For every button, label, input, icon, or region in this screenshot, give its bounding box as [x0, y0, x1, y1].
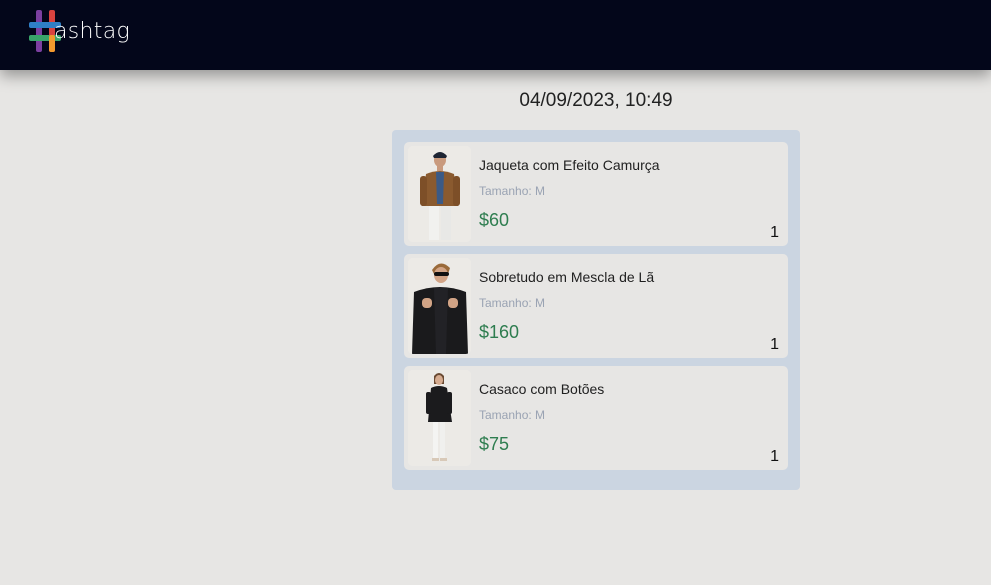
- product-image: [408, 146, 471, 242]
- logo-text: ashtag: [54, 19, 130, 44]
- product-price: $75: [479, 434, 510, 454]
- top-navbar: ashtag: [0, 0, 991, 70]
- order-item-card[interactable]: Casaco com Botões Tamanho: M $75 1: [404, 366, 788, 470]
- product-image: [408, 258, 471, 354]
- product-price: $60: [479, 210, 510, 230]
- product-quantity: 1: [770, 448, 779, 465]
- product-size: Tamanho: M: [479, 296, 546, 310]
- product-image: [408, 370, 471, 466]
- product-price: $160: [479, 322, 520, 342]
- order-item-card[interactable]: Jaqueta com Efeito Camurça Tamanho: M $6…: [404, 142, 788, 246]
- order-item-card[interactable]: Sobretudo em Mescla de Lã Tamanho: M $16…: [404, 254, 788, 358]
- product-name: Casaco com Botões: [479, 381, 605, 397]
- product-quantity: 1: [770, 336, 779, 353]
- product-size: Tamanho: M: [479, 408, 546, 422]
- order-items-panel: Jaqueta com Efeito Camurça Tamanho: M $6…: [392, 130, 800, 490]
- product-quantity: 1: [770, 224, 779, 241]
- product-name: Jaqueta com Efeito Camurça: [479, 157, 660, 173]
- product-size: Tamanho: M: [479, 184, 546, 198]
- product-name: Sobretudo em Mescla de Lã: [479, 269, 655, 285]
- order-datetime: 04/09/2023, 10:49: [519, 90, 673, 111]
